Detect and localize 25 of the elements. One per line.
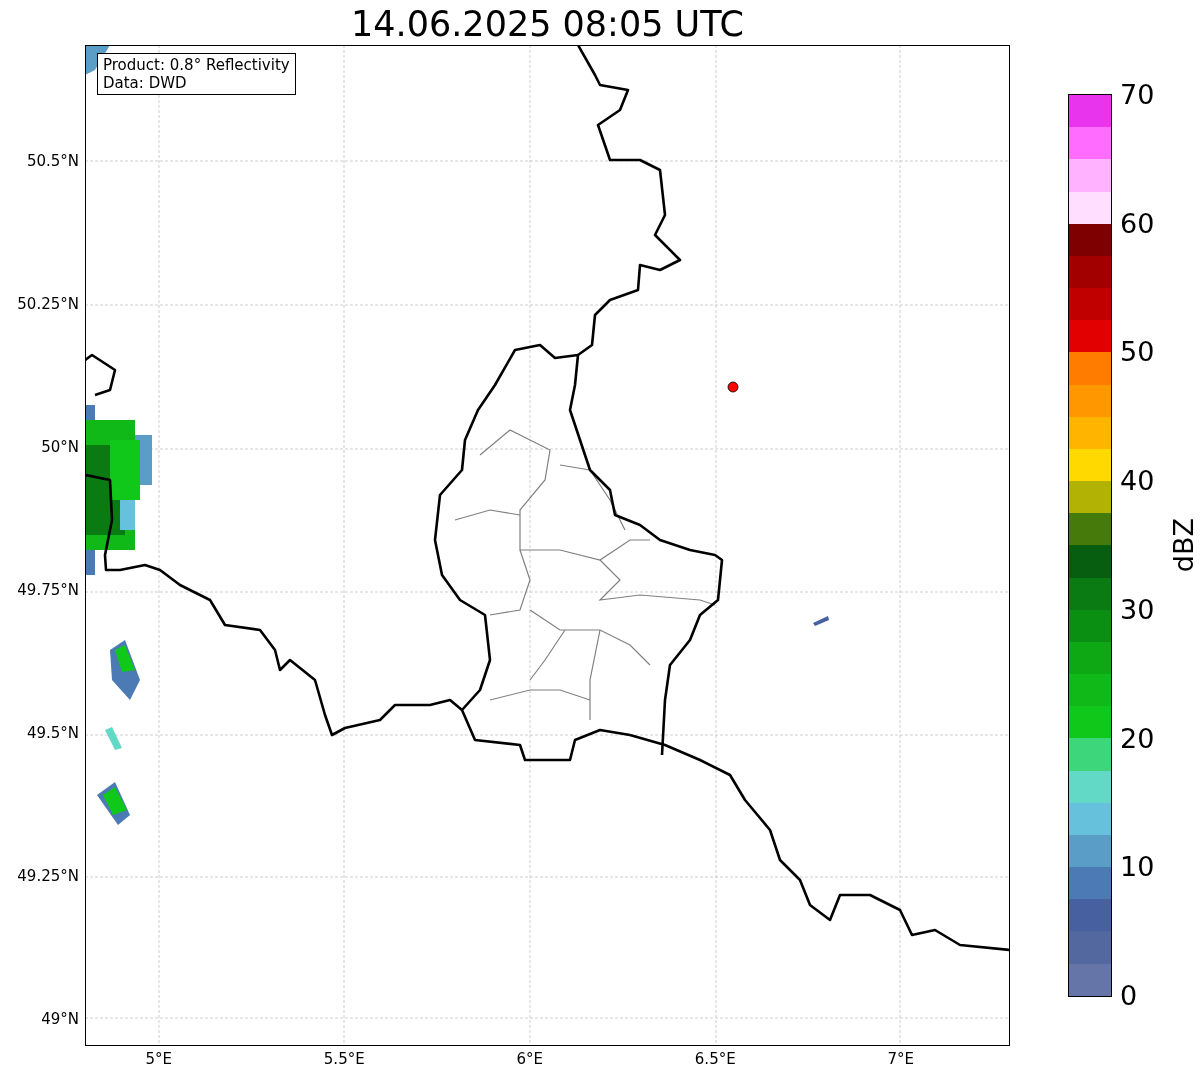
info-text: Product: 0.8° Reflectivity: [103, 56, 290, 74]
radar-site-marker-icon: [727, 381, 739, 393]
colorbar-label: dBZ: [1167, 518, 1201, 573]
colorbar-tick-label: 60: [1120, 208, 1156, 239]
longitude-label: 6°E: [516, 1050, 543, 1070]
latitude-label: 49°N: [41, 1010, 79, 1028]
colorbar-tick-label: 30: [1120, 594, 1156, 625]
latitude-label: 50.5°N: [26, 152, 79, 170]
colorbar-tick-label: 70: [1120, 80, 1156, 110]
colorbar-tick-label: 10: [1120, 852, 1156, 883]
latitude-label: 50.25°N: [17, 295, 79, 313]
latitude-label: 49.25°N: [17, 867, 79, 885]
info-text: Data: DWD: [103, 74, 188, 92]
colorbar-tick-label: 0: [1120, 980, 1139, 1011]
colorbar-tick-label: 40: [1120, 466, 1156, 497]
colorbar-tick-label: 20: [1120, 723, 1156, 754]
chart-title: 14.06.2025 08:05 UTC: [351, 3, 744, 45]
longitude-label: 5.5°E: [323, 1050, 365, 1070]
longitude-label: 6.5°E: [694, 1050, 736, 1070]
latitude-label: 50°N: [41, 438, 79, 456]
latitude-label: 49.75°N: [17, 581, 79, 599]
longitude-label: 5°E: [145, 1050, 172, 1070]
colorbar-tick-label: 50: [1120, 337, 1156, 368]
longitude-label: 7°E: [887, 1050, 914, 1070]
latitude-label: 49.5°N: [26, 724, 79, 742]
